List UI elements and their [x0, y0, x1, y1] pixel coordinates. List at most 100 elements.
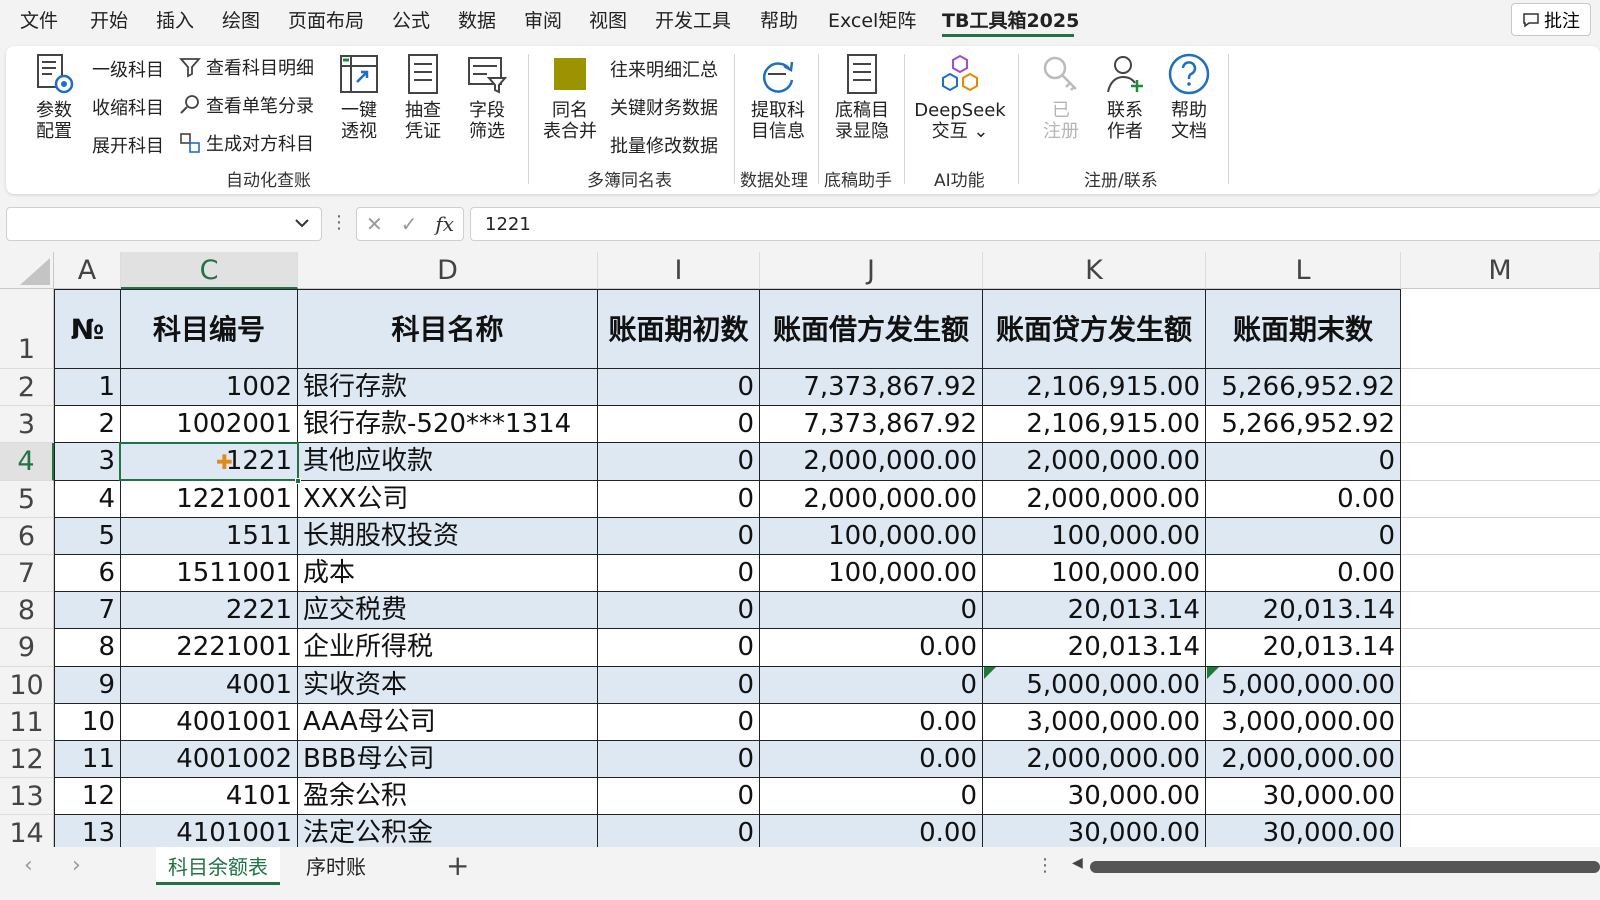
menu-item[interactable]: 帮助 — [760, 6, 798, 33]
row-header[interactable]: 10 — [0, 666, 54, 704]
table-cell[interactable]: 11 — [54, 741, 121, 779]
table-cell[interactable]: 2 — [54, 406, 121, 444]
table-cell[interactable]: 5,266,952.92 — [1206, 406, 1401, 444]
row-header[interactable]: 2 — [0, 369, 54, 407]
name-box[interactable] — [6, 207, 322, 241]
table-cell[interactable]: 7,373,867.92 — [760, 406, 983, 444]
table-cell[interactable]: 0 — [760, 666, 983, 704]
view-single-entry-button[interactable]: 查看单笔分录 — [178, 92, 314, 118]
table-cell[interactable]: 1221 — [121, 443, 298, 481]
menu-item[interactable]: 绘图 — [222, 6, 260, 33]
insert-function-icon[interactable]: fx — [435, 212, 454, 236]
column-header-J[interactable]: J — [760, 252, 983, 289]
table-cell[interactable]: 0 — [598, 666, 760, 704]
table-cell[interactable]: 13 — [54, 815, 121, 847]
extract-account-info-button[interactable]: 提取科 目信息 — [746, 52, 810, 142]
row-header[interactable]: 6 — [0, 517, 54, 555]
deepseek-interact-button[interactable]: DeepSeek 交互 ⌄ — [912, 52, 1008, 142]
table-header-cell[interactable]: № — [54, 289, 121, 369]
empty-cell[interactable] — [1401, 667, 1600, 704]
table-header-cell[interactable]: 科目名称 — [298, 289, 598, 369]
table-cell[interactable]: 实收资本 — [298, 666, 598, 704]
table-cell[interactable]: 0.00 — [760, 703, 983, 741]
table-cell[interactable]: 银行存款 — [298, 369, 598, 407]
table-cell[interactable]: 30,000.00 — [1206, 778, 1401, 816]
table-cell[interactable]: 6 — [54, 555, 121, 593]
column-header-M[interactable]: M — [1401, 252, 1600, 289]
table-cell[interactable]: 100,000.00 — [760, 517, 983, 555]
error-indicator-icon[interactable] — [1207, 666, 1219, 679]
cancel-icon[interactable]: ✕ — [366, 212, 383, 236]
table-header-cell[interactable]: 账面贷方发生额 — [983, 289, 1206, 369]
table-cell[interactable]: 2,000,000.00 — [983, 480, 1206, 518]
menu-item[interactable]: Excel矩阵 — [828, 6, 916, 33]
chevron-down-icon[interactable] — [293, 214, 311, 232]
table-cell[interactable]: 30,000.00 — [983, 815, 1206, 847]
table-cell[interactable]: 4001 — [121, 666, 298, 704]
table-cell[interactable]: 银行存款-520***1314 — [298, 406, 598, 444]
more-options-icon[interactable]: ⋮ — [1036, 855, 1054, 876]
table-cell[interactable]: 盈余公积 — [298, 778, 598, 816]
table-cell[interactable]: 4101001 — [121, 815, 298, 847]
empty-cell[interactable] — [1401, 481, 1600, 518]
table-cell[interactable]: 4101 — [121, 778, 298, 816]
table-cell[interactable]: 长期股权投资 — [298, 517, 598, 555]
table-cell[interactable]: 其他应收款 — [298, 443, 598, 481]
menu-item[interactable]: 审阅 — [524, 6, 562, 33]
table-header-cell[interactable]: 账面期末数 — [1206, 289, 1401, 369]
empty-cell[interactable] — [1401, 815, 1600, 847]
table-cell[interactable]: 0 — [1206, 517, 1401, 555]
sheet-tab-journal[interactable]: 序时账 — [294, 847, 378, 885]
sheet-tab-balance[interactable]: 科目余额表 — [156, 847, 280, 885]
table-cell[interactable]: 2,000,000.00 — [1206, 741, 1401, 779]
table-cell[interactable]: 成本 — [298, 555, 598, 593]
table-cell[interactable]: 0 — [598, 741, 760, 779]
contact-author-button[interactable]: 联系 作者 — [1100, 52, 1150, 142]
empty-cell[interactable] — [1401, 741, 1600, 779]
table-cell[interactable]: 20,013.14 — [983, 592, 1206, 630]
table-cell[interactable]: 20,013.14 — [1206, 629, 1401, 667]
key-financial-data-button[interactable]: 关键财务数据 — [610, 94, 718, 120]
table-cell[interactable]: 2,000,000.00 — [983, 443, 1206, 481]
generate-counter-account-button[interactable]: 生成对方科目 — [178, 130, 314, 156]
merge-same-name-button[interactable]: 同名 表合并 — [540, 52, 600, 142]
first-level-account-button[interactable]: 一级科目 — [92, 56, 164, 82]
table-cell[interactable]: 4001001 — [121, 703, 298, 741]
prev-sheet-icon[interactable]: ‹ — [24, 853, 33, 878]
row-header[interactable]: 3 — [0, 406, 54, 444]
table-cell[interactable]: 0.00 — [1206, 480, 1401, 518]
table-cell[interactable]: 100,000.00 — [983, 555, 1206, 593]
table-cell[interactable]: 20,013.14 — [1206, 592, 1401, 630]
table-cell[interactable]: 3,000,000.00 — [1206, 703, 1401, 741]
error-indicator-icon[interactable] — [984, 666, 996, 679]
table-cell[interactable]: 1511 — [121, 517, 298, 555]
table-cell[interactable]: 2,000,000.00 — [760, 443, 983, 481]
table-cell[interactable]: 0 — [760, 592, 983, 630]
view-account-detail-button[interactable]: 查看科目明细 — [178, 54, 314, 80]
table-cell[interactable]: 0 — [598, 703, 760, 741]
table-cell[interactable]: 2221001 — [121, 629, 298, 667]
menu-item[interactable]: 文件 — [20, 6, 58, 33]
table-cell[interactable]: 4 — [54, 480, 121, 518]
collapse-account-button[interactable]: 收缩科目 — [92, 94, 164, 120]
table-cell[interactable]: 企业所得税 — [298, 629, 598, 667]
empty-cell[interactable] — [1401, 555, 1600, 593]
help-docs-button[interactable]: 帮助 文档 — [1164, 52, 1214, 142]
table-cell[interactable]: 2,000,000.00 — [760, 480, 983, 518]
select-all-corner[interactable] — [0, 252, 54, 289]
table-cell[interactable]: 0 — [598, 555, 760, 593]
horizontal-scrollbar[interactable] — [1090, 861, 1600, 873]
row-header[interactable]: 13 — [0, 778, 54, 816]
row-header[interactable]: 1 — [0, 289, 54, 369]
menu-item[interactable]: 开发工具 — [655, 6, 731, 33]
column-header-K[interactable]: K — [983, 252, 1206, 289]
table-cell[interactable]: 2,106,915.00 — [983, 406, 1206, 444]
table-cell[interactable]: 1 — [54, 369, 121, 407]
table-cell[interactable]: 20,013.14 — [983, 629, 1206, 667]
params-config-button[interactable]: 参数 配置 — [28, 52, 80, 142]
table-cell[interactable]: 5,000,000.00 — [983, 666, 1206, 704]
one-click-pivot-button[interactable]: 一键 透视 — [334, 52, 384, 142]
fill-handle[interactable] — [295, 477, 301, 484]
table-cell[interactable]: 0 — [598, 443, 760, 481]
menu-item[interactable]: 数据 — [458, 6, 496, 33]
